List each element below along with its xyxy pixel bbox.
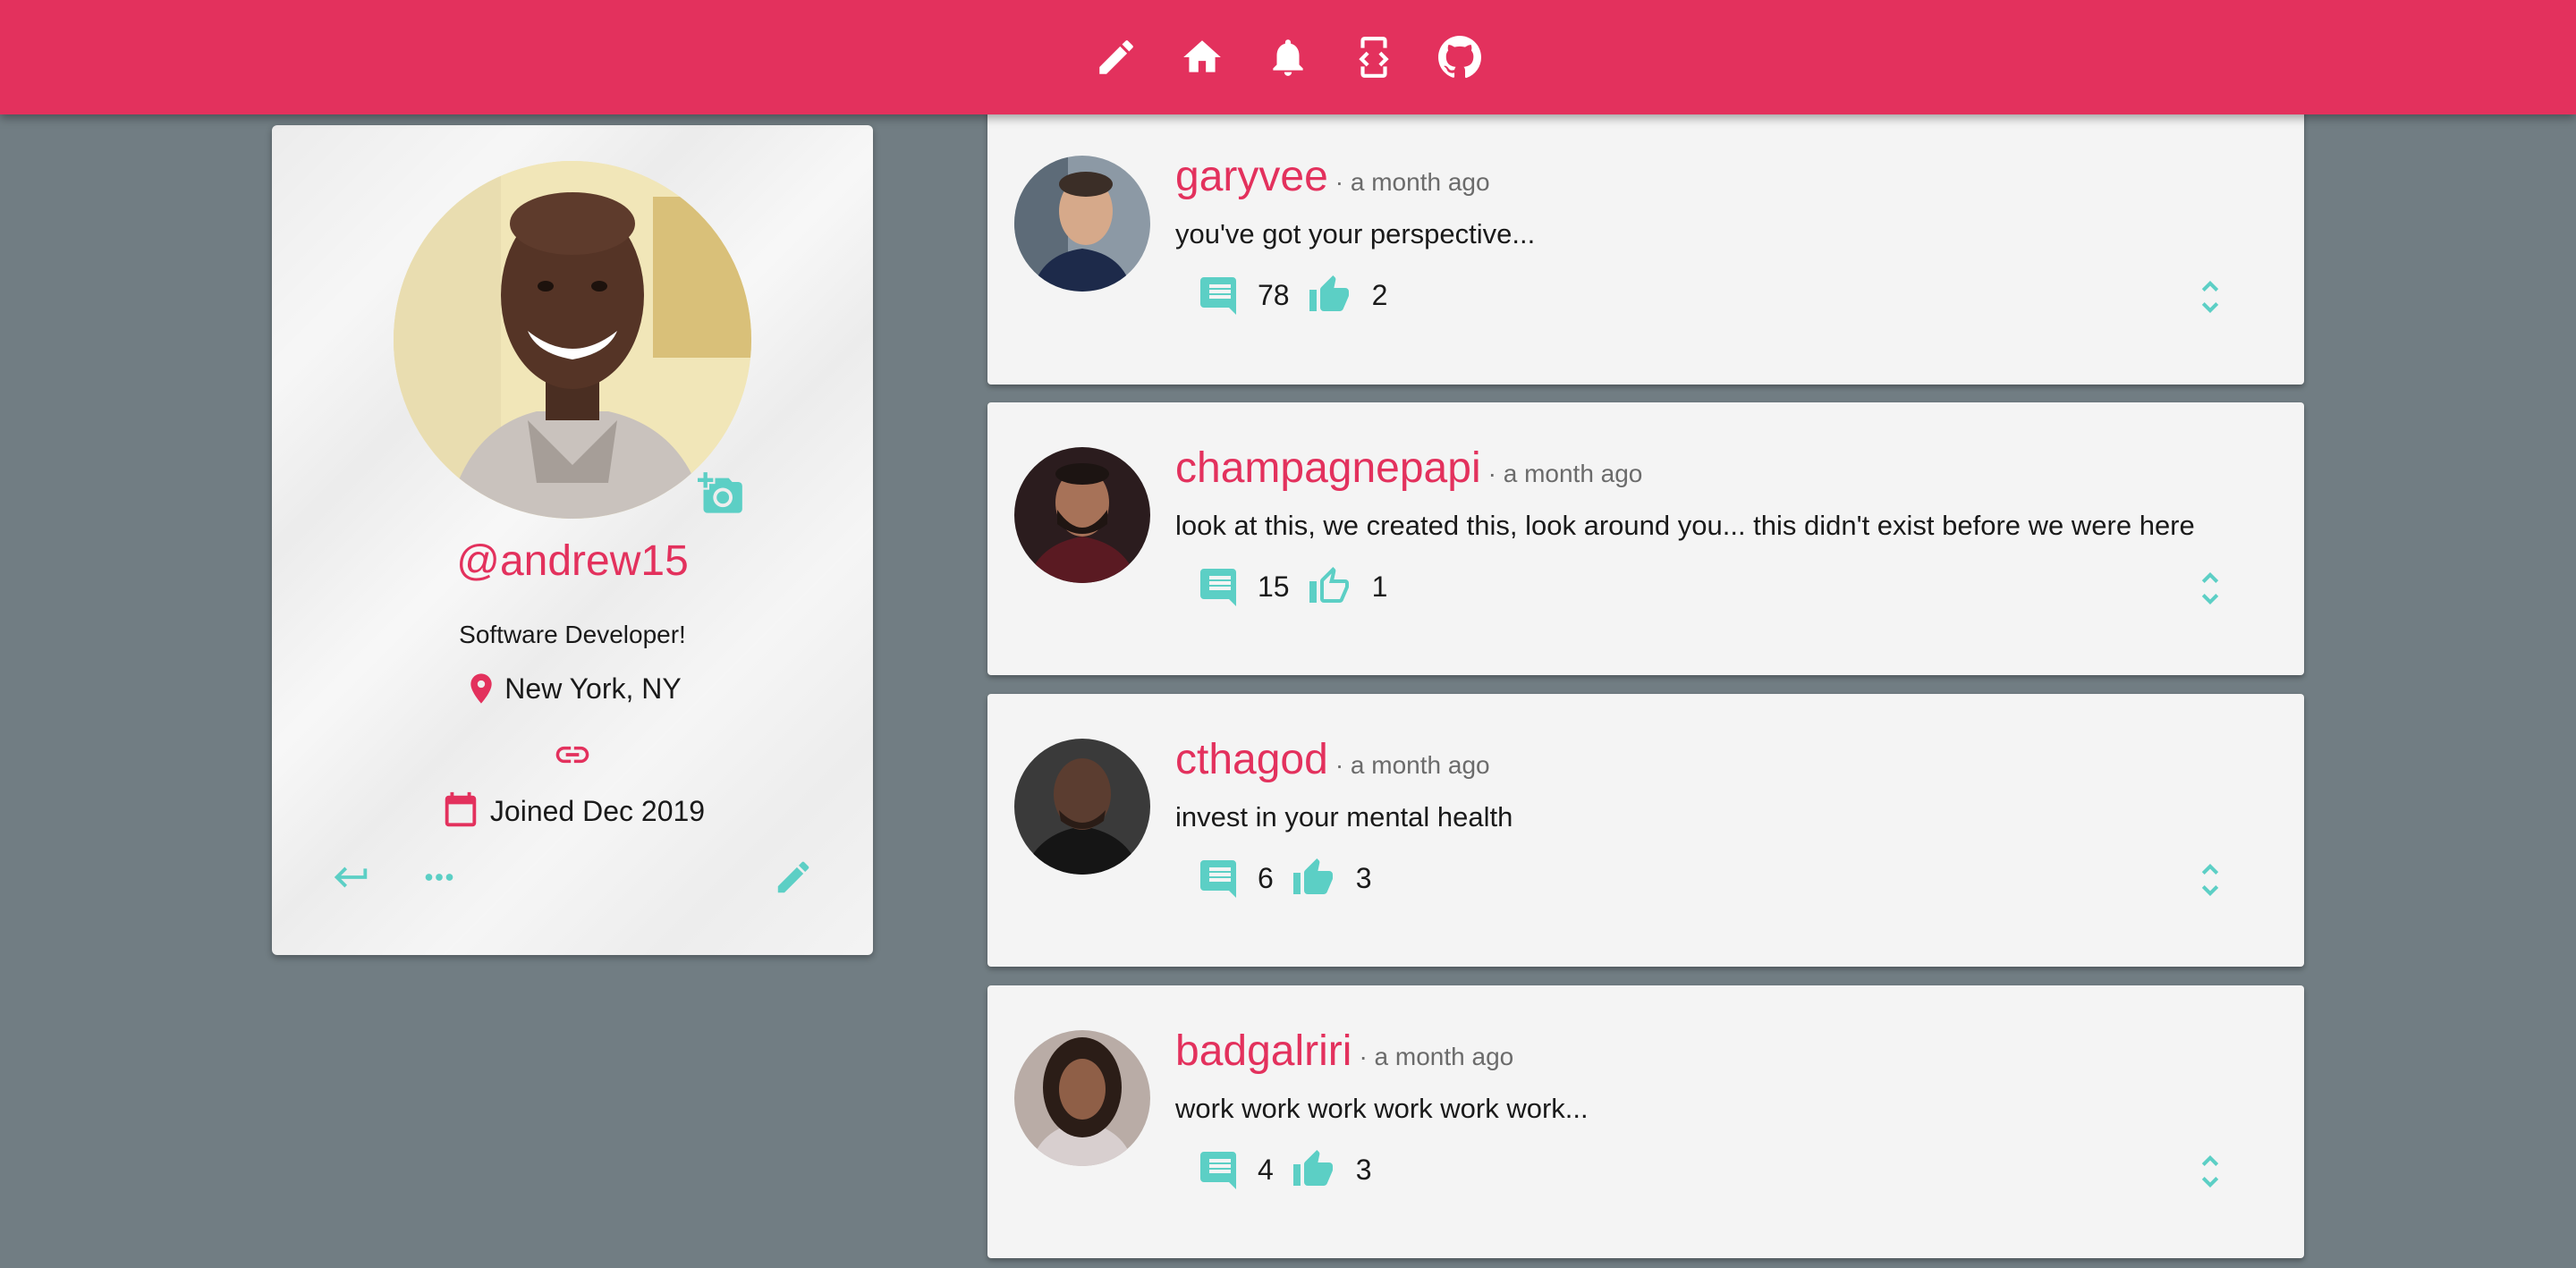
post-time: · a month ago [1487,460,1643,487]
post-card: champagnepapi · a month ago look at this,… [987,402,2304,675]
comment-count: 6 [1258,861,1274,894]
post-meta: 15 1 [1199,562,1387,612]
post-avatar[interactable] [1014,739,1150,875]
profile-handle-link[interactable]: @andrew15 [272,537,873,586]
post-text: you've got your perspective... [1175,218,1536,249]
calendar-icon [445,791,477,827]
comment-icon[interactable] [1199,857,1241,900]
post-time: · a month ago [1335,751,1490,779]
post-time: · a month ago [1359,1043,1514,1070]
thumb-up-filled-icon[interactable] [1308,274,1351,317]
like-count: 3 [1355,861,1372,894]
like-count: 2 [1371,278,1388,311]
expand-icon[interactable] [2189,567,2232,610]
edit-profile-icon[interactable] [773,857,814,898]
profile-bio: Software Developer! [459,621,686,648]
github-icon[interactable] [1437,35,1482,80]
comment-icon[interactable] [1199,274,1241,317]
thumb-up-outline-icon[interactable] [1308,565,1351,608]
more-icon[interactable] [419,857,460,898]
post-text: look at this, we created this, look arou… [1175,510,2195,541]
post-card: garyvee · a month ago you've got your per… [987,89,2304,385]
profile-website[interactable] [272,735,873,774]
post-meta: 78 2 [1199,270,1387,320]
profile-avatar [394,161,751,519]
code-icon[interactable] [1352,35,1396,80]
profile-joined: Joined Dec 2019 [272,790,873,832]
bell-icon[interactable] [1266,35,1310,80]
thumb-up-filled-icon[interactable] [1292,1148,1335,1191]
post-username-link[interactable]: cthagod [1175,736,1328,783]
post-avatar[interactable] [1014,156,1150,292]
post-meta: 4 3 [1199,1145,1372,1195]
link-icon[interactable] [553,735,592,774]
comment-count: 15 [1258,570,1290,603]
post-avatar[interactable] [1014,1030,1150,1166]
top-app-bar [0,0,2576,114]
thumb-up-filled-icon[interactable] [1292,857,1335,900]
post-username-link[interactable]: garyvee [1175,153,1328,200]
comment-count: 78 [1258,278,1290,311]
location-pin-icon [470,673,492,704]
post-text: invest in your mental health [1175,801,1513,833]
post-text: work work work work work work... [1175,1093,1589,1124]
home-icon[interactable] [1180,35,1224,80]
profile-location: New York, NY [272,671,873,706]
post-meta: 6 3 [1199,853,1372,903]
like-count: 1 [1371,570,1388,603]
location-text: New York, NY [504,672,682,705]
expand-icon[interactable] [2189,275,2232,318]
joined-text: Joined Dec 2019 [489,794,706,827]
post-card: cthagod · a month ago invest in your ment… [987,694,2304,967]
post-username-link[interactable]: champagnepapi [1175,444,1481,492]
add-photo-icon[interactable] [698,470,744,517]
comment-count: 4 [1258,1153,1274,1186]
expand-icon[interactable] [2189,858,2232,901]
post-username-link[interactable]: badgalriri [1175,1027,1352,1075]
pencil-icon[interactable] [1094,35,1139,80]
post-time: · a month ago [1335,168,1490,196]
comment-icon[interactable] [1199,1148,1241,1191]
comment-icon[interactable] [1199,565,1241,608]
expand-icon[interactable] [2189,1150,2232,1193]
post-card: badgalriri · a month ago work work work w… [987,985,2304,1258]
profile-card: @andrew15 Software Developer! New York, … [272,125,873,955]
return-icon[interactable] [331,857,372,898]
post-avatar[interactable] [1014,447,1150,583]
like-count: 3 [1355,1153,1372,1186]
